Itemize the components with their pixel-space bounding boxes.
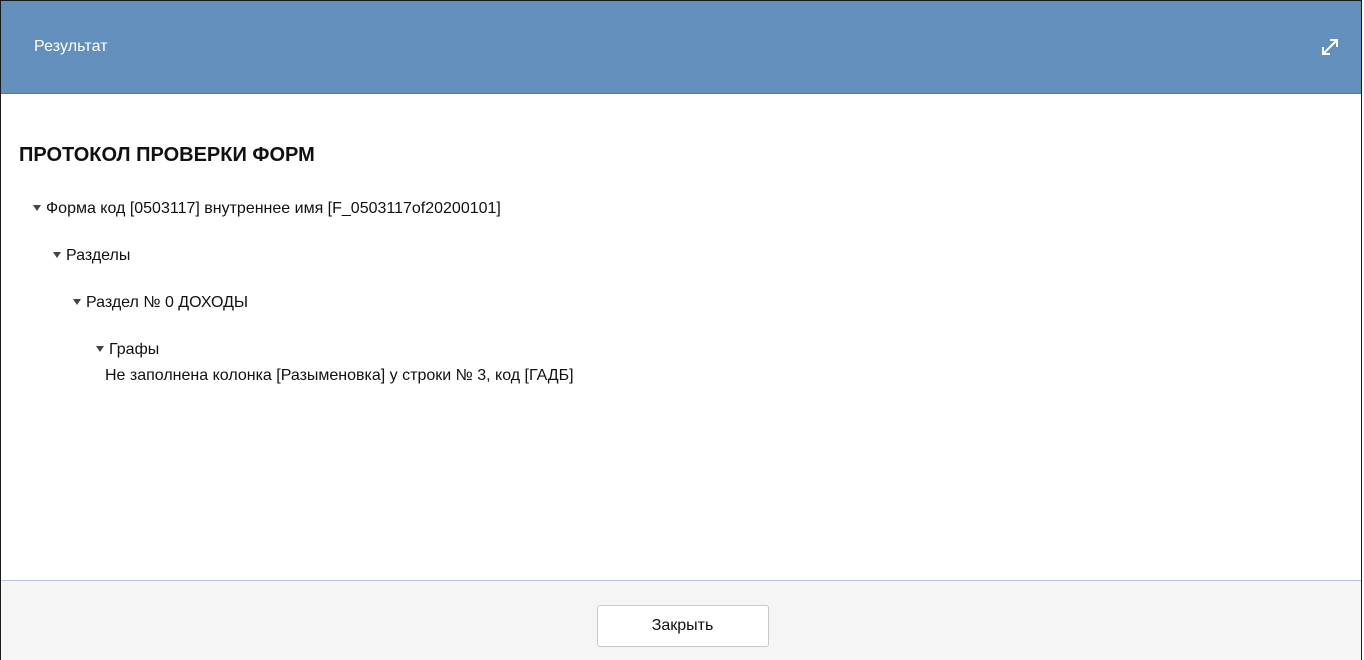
report-heading: ПРОТОКОЛ ПРОВЕРКИ ФОРМ — [19, 144, 315, 166]
tree-node-columns-label: Графы — [109, 341, 160, 358]
expand-arrows-icon[interactable] — [1317, 34, 1343, 60]
tree-node-section-toggle[interactable]: Раздел № 0 ДОХОДЫ — [73, 292, 1361, 314]
dialog-title: Результат — [34, 38, 108, 55]
tree-node-section: Раздел № 0 ДОХОДЫ — [19, 292, 1361, 314]
validation-message: Не заполнена колонка [Разыменовка] у стр… — [105, 367, 574, 384]
expanded-triangle-icon — [96, 346, 104, 352]
dialog-footer: Закрыть — [1, 580, 1361, 660]
tree-node-form: Форма код [0503117] внутреннее имя [F_05… — [19, 198, 1361, 220]
tree-node-columns-toggle[interactable]: Графы — [96, 339, 1361, 361]
dialog-content: ПРОТОКОЛ ПРОВЕРКИ ФОРМ Форма код [050311… — [1, 94, 1361, 580]
expanded-triangle-icon — [53, 252, 61, 258]
check-tree: Форма код [0503117] внутреннее имя [F_05… — [19, 198, 1361, 387]
tree-node-form-label: Форма код [0503117] внутреннее имя [F_05… — [46, 200, 501, 217]
dialog-titlebar: Результат — [1, 1, 1361, 94]
tree-node-form-toggle[interactable]: Форма код [0503117] внутреннее имя [F_05… — [33, 198, 1361, 220]
result-dialog: Результат ПРОТОКОЛ ПРОВЕРКИ ФОРМ Форма к… — [0, 0, 1362, 660]
expanded-triangle-icon — [33, 205, 41, 211]
tree-node-sections: Разделы — [19, 245, 1361, 267]
tree-node-columns: Графы Не заполнена колонка [Разыменовка]… — [19, 339, 1361, 387]
close-button[interactable]: Закрыть — [596, 604, 769, 647]
tree-node-section-label: Раздел № 0 ДОХОДЫ — [86, 294, 249, 311]
tree-node-sections-label: Разделы — [66, 247, 131, 264]
expanded-triangle-icon — [73, 299, 81, 305]
tree-node-sections-toggle[interactable]: Разделы — [53, 245, 1361, 267]
